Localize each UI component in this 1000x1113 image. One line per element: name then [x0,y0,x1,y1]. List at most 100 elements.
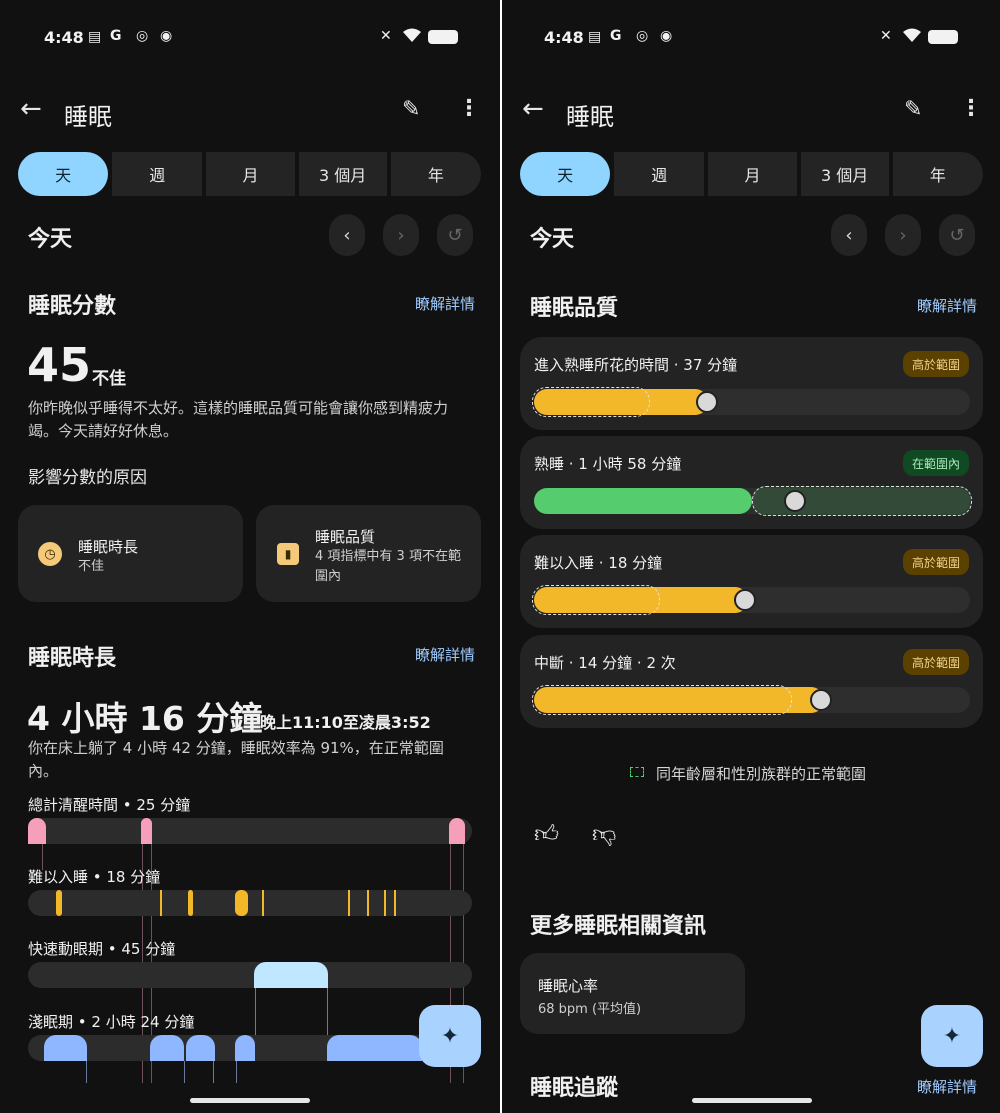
tab-day[interactable]: 天 [520,152,611,196]
score-description-line2: 竭。今天請好好休息。 [28,422,179,440]
duration-value: 4 小時 16 分鐘 [27,699,263,738]
metric-label: 熟睡 · 1 小時 58 分鐘 [534,455,682,473]
status-time: 4:48 [544,28,584,47]
reset-today-button[interactable]: ↺ [939,214,975,256]
tab-day[interactable]: 天 [18,152,109,196]
factor-card-sub: 不佳 [78,559,105,574]
metric-value-knob [734,589,756,611]
record-icon: ◉ [160,28,173,44]
score-value: 45 [27,338,92,392]
metric-value-knob [696,391,718,413]
stage-segment [141,818,152,844]
google-icon: G [110,28,122,44]
watch-icon: ◎ [636,28,649,44]
edit-pencil-icon[interactable]: ✎ [402,97,420,122]
card-value: 68 bpm (平均值) [538,1002,642,1017]
tab-week[interactable]: 週 [112,152,203,196]
sleep-heart-rate-card[interactable]: 睡眠心率 68 bpm (平均值) [520,953,745,1034]
score-heading: 睡眠分數 [28,294,117,319]
metric-card[interactable]: 難以入睡 · 18 分鐘 高於範圍 [520,535,983,628]
factor-card-quality[interactable]: ▮ 睡眠品質 4 項指標中有 3 項不在範 圍內 [256,505,481,602]
quality-learn-more-link[interactable]: 瞭解詳情 [917,295,977,316]
ai-chat-fab[interactable]: ✦ [921,1005,983,1067]
score-rating: 不佳 [92,369,126,389]
mute-icon: ✕ [380,28,392,44]
history-icon: ↺ [949,224,965,246]
period-label: 今天 [530,227,575,252]
normal-range-box [532,685,792,715]
home-indicator[interactable] [692,1098,812,1103]
page-title: 睡眠 [64,103,112,131]
metric-card[interactable]: 中斷 · 14 分鐘 · 2 次 高於範圍 [520,635,983,728]
more-info-heading: 更多睡眠相關資訊 [530,914,707,939]
stage-track-sleep-onset [28,890,472,916]
duration-learn-more-link[interactable]: 瞭解詳情 [415,644,475,665]
chevron-right-icon: › [397,224,405,246]
tab-month[interactable]: 月 [708,152,797,196]
thumbs-down-icon[interactable]: 👎︎ [592,820,616,849]
battery-icon [928,30,958,44]
metric-card[interactable]: 熟睡 · 1 小時 58 分鐘 在範圍內 [520,436,983,529]
tab-week[interactable]: 週 [614,152,705,196]
status-time: 4:48 [44,28,84,47]
duration-description-line1: 你在床上躺了 4 小時 42 分鐘，睡眠效率為 91%，在正常範圍 [28,739,444,757]
status-badge: 高於範圍 [902,549,969,575]
period-tabs: 天 週 月 3 個月 年 [520,152,983,196]
wifi-icon [902,27,922,47]
factor-card-duration[interactable]: ◷ 睡眠時長 不佳 [18,505,243,602]
sparkle-chat-icon: ✦ [440,1023,460,1049]
status-badge: 高於範圍 [902,351,969,377]
metric-card[interactable]: 進入熟睡所花的時間 · 37 分鐘 高於範圍 [520,337,983,430]
reset-today-button[interactable]: ↺ [437,214,473,256]
duration-description-line2: 內。 [28,762,59,780]
stage-segment [150,1035,184,1061]
stage-track-awake [28,818,472,844]
left-screen: 4:48 ▤ G ◎ ◉ ✕ ← 睡眠 ✎ ⋮ 天 週 月 3 個月 年 今天 … [0,0,500,1113]
sleep-tracking-heading: 睡眠追蹤 [530,1076,619,1101]
stage-segment [235,1035,255,1061]
factor-card-sub1: 4 項指標中有 3 項不在範 [315,549,461,564]
card-title: 睡眠心率 [538,977,599,995]
score-learn-more-link[interactable]: 瞭解詳情 [415,293,475,314]
metric-value-knob [810,689,832,711]
tab-3-months[interactable]: 3 個月 [800,152,889,196]
ai-chat-fab[interactable]: ✦ [419,1005,481,1067]
tab-year[interactable]: 年 [892,152,983,196]
period-tabs: 天 週 月 3 個月 年 [18,152,481,196]
thumbs-up-icon[interactable]: 👍︎ [534,820,559,849]
more-vert-icon[interactable]: ⋮ [458,96,480,121]
tab-3-months[interactable]: 3 個月 [298,152,387,196]
more-vert-icon[interactable]: ⋮ [960,96,982,121]
status-badge: 在範圍內 [902,450,969,476]
metric-fill [534,488,752,514]
stage-label-awake: 總計清醒時間 • 25 分鐘 [28,796,191,814]
stage-segment [367,890,369,916]
next-day-button[interactable]: › [383,214,419,256]
back-arrow-icon[interactable]: ← [522,94,544,124]
next-day-button[interactable]: › [885,214,921,256]
stage-label-rem: 快速動眼期 • 45 分鐘 [28,940,176,958]
stage-segment [394,890,396,916]
sleep-tracking-learn-more-link[interactable]: 瞭解詳情 [917,1076,977,1097]
history-icon: ↺ [447,224,463,246]
quality-heading: 睡眠品質 [530,296,619,321]
stage-segment [28,818,46,844]
prev-day-button[interactable]: ‹ [329,214,365,256]
normal-range-box [532,585,660,615]
back-arrow-icon[interactable]: ← [20,94,42,124]
period-label: 今天 [28,227,73,252]
edit-pencil-icon[interactable]: ✎ [904,97,922,122]
tab-month[interactable]: 月 [206,152,295,196]
factor-card-sub2: 圍內 [315,569,342,584]
home-indicator[interactable] [190,1098,310,1103]
chevron-left-icon: ‹ [343,224,351,246]
normal-range-box [532,387,650,417]
range-legend-icon [630,767,644,777]
stage-segment [235,890,248,916]
prev-day-button[interactable]: ‹ [831,214,867,256]
tab-year[interactable]: 年 [390,152,481,196]
metric-label: 難以入睡 · 18 分鐘 [534,554,663,572]
chevron-right-icon: › [899,224,907,246]
stage-segment [384,890,386,916]
duration-heading: 睡眠時長 [28,646,117,671]
